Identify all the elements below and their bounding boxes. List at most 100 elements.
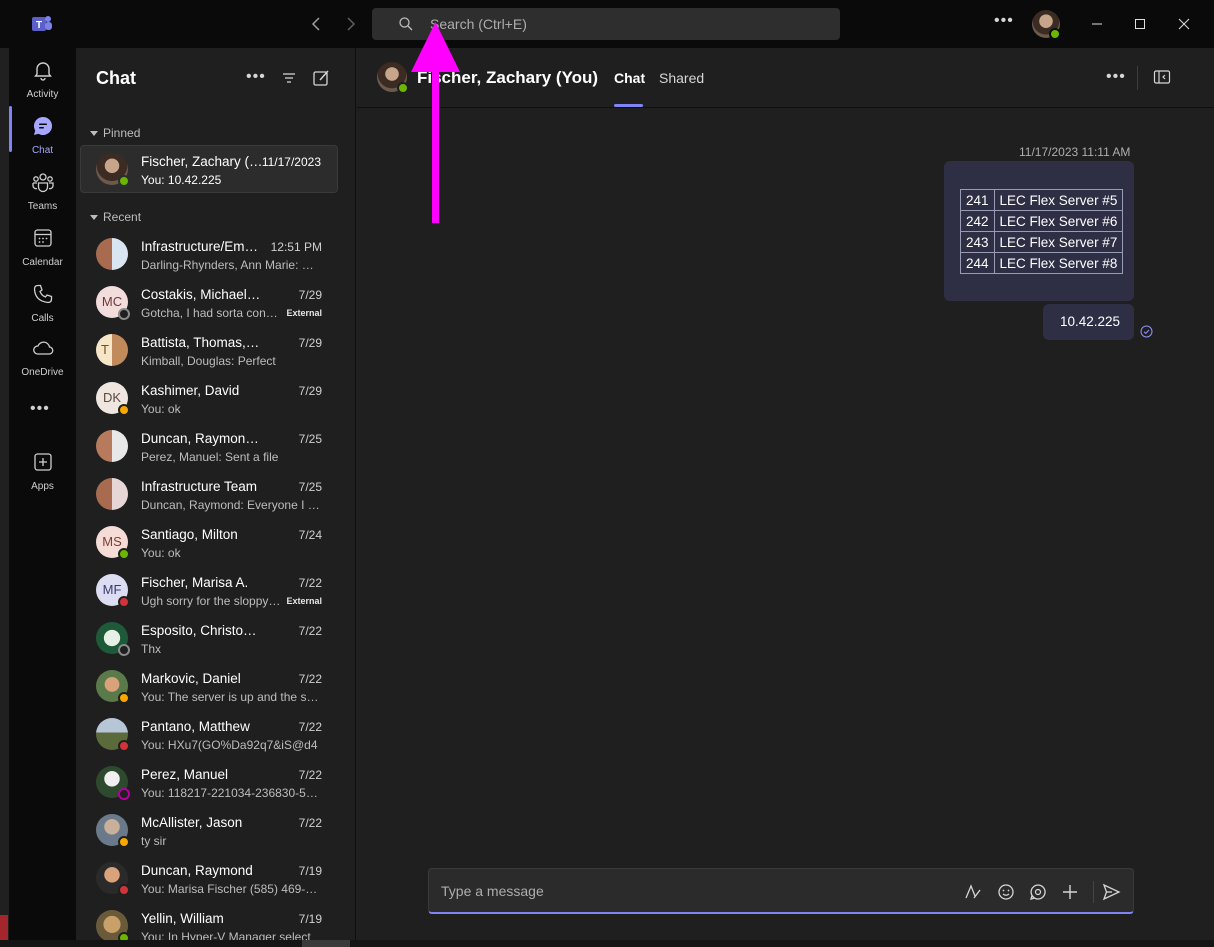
table-cell: 241 [960, 189, 995, 211]
rail-item-calendar[interactable]: Calendar [9, 220, 76, 272]
chat-item[interactable]: Perez, Manuel 7/22 You: 118217-221034-23… [80, 758, 338, 806]
rail-item-onedrive[interactable]: OneDrive [9, 330, 76, 382]
chat-item[interactable]: Duncan, Raymond 7/19 You: Marisa Fischer… [80, 854, 338, 902]
chat-icon [33, 116, 52, 135]
chat-item[interactable]: Duncan, Raymond, +3 7/25 Perez, Manuel: … [80, 422, 338, 470]
pinned-section-toggle[interactable]: Pinned [90, 126, 140, 140]
rail-edge [0, 48, 9, 947]
rail-more-apps-button[interactable]: ••• [30, 400, 50, 418]
chat-name: Fischer, Marisa A. [141, 575, 249, 590]
scrollbar-thumb[interactable] [302, 940, 350, 947]
chat-item[interactable]: T Battista, Thomas, +2 7/29 Kimball, Dou… [80, 326, 338, 374]
group-avatar: T [96, 334, 128, 366]
phone-icon [33, 284, 52, 304]
plus-icon[interactable] [1060, 882, 1080, 902]
filter-icon[interactable] [279, 68, 299, 88]
chat-item[interactable]: MC Costakis, Michael M. 7/29 Gotcha, I h… [80, 278, 338, 326]
message-bubble-table[interactable]: 241 LEC Flex Server #5 242 LEC Flex Serv… [944, 161, 1134, 301]
chat-item[interactable]: Pantano, Matthew 7/22 You: HXu7(GO%Da92q… [80, 710, 338, 758]
new-chat-icon[interactable] [311, 68, 331, 88]
chat-item[interactable]: Infrastructure/Emergency 12:51 PM Darlin… [80, 230, 338, 278]
back-button[interactable] [307, 14, 327, 34]
rail-label: Activity [26, 89, 59, 100]
status-away-icon [118, 836, 130, 848]
chat-item[interactable]: MF Fischer, Marisa A. 7/22 Ugh sorry for… [80, 566, 338, 614]
loop-icon[interactable] [1028, 882, 1048, 902]
chat-date: 7/22 [298, 672, 322, 686]
conversation-more-button[interactable]: ••• [1106, 68, 1126, 86]
chat-preview: Ugh sorry for the sloppy message [141, 594, 281, 608]
chat-list-panel: Chat ••• Pinned Fischer, Zachary (You) 1… [76, 48, 356, 947]
chat-item-fischer-zachary[interactable]: Fischer, Zachary (You) 11/17/2023 You: 1… [80, 145, 338, 193]
chat-name: Kashimer, David [141, 383, 240, 398]
table-row: 241 LEC Flex Server #5 [960, 189, 1124, 211]
status-away-icon [118, 404, 130, 416]
chat-list-title: Chat [96, 68, 136, 88]
chat-preview: You: ok [141, 402, 181, 416]
chat-name: Yellin, William [141, 911, 224, 926]
chat-item[interactable]: Esposito, Christopher 7/22 Thx [80, 614, 338, 662]
horizontal-scrollbar[interactable] [0, 940, 1214, 947]
chat-list-more-button[interactable]: ••• [246, 68, 266, 88]
forward-button[interactable] [340, 14, 360, 34]
status-away-icon [118, 692, 130, 704]
chat-preview: Duncan, Raymond: Everyone I have the [141, 498, 321, 512]
teams-icon [31, 173, 54, 193]
minimize-button[interactable] [1085, 12, 1109, 36]
chat-name: Markovic, Daniel [141, 671, 241, 686]
chat-name: McAllister, Jason [141, 815, 243, 830]
message-composer[interactable] [428, 868, 1134, 914]
maximize-button[interactable] [1128, 12, 1152, 36]
settings-more-button[interactable]: ••• [994, 12, 1014, 30]
rail-item-teams[interactable]: Teams [9, 164, 76, 216]
server-table: 241 LEC Flex Server #5 242 LEC Flex Serv… [960, 189, 1124, 274]
format-icon[interactable] [963, 882, 983, 902]
chat-name: Battista, Thomas, +2 [141, 335, 263, 350]
close-icon [1178, 18, 1190, 30]
bell-icon [33, 62, 52, 81]
taskbar-edge [0, 915, 8, 940]
chat-item[interactable]: McAllister, Jason 7/22 ty sir [80, 806, 338, 854]
message-bubble-ip[interactable]: 10.42.225 [1043, 304, 1134, 340]
teams-logo-icon[interactable]: T [31, 13, 53, 35]
plus-square-icon [33, 453, 52, 471]
rail-item-calls[interactable]: Calls [9, 276, 76, 328]
chat-name: Duncan, Raymond, +3 [141, 431, 263, 446]
search-input[interactable] [430, 8, 830, 40]
chat-item[interactable]: Infrastructure Team 7/25 Duncan, Raymond… [80, 470, 338, 518]
chat-date: 11/17/2023 [261, 155, 321, 169]
profile-status-available-icon [1049, 28, 1061, 40]
chat-date: 7/22 [298, 816, 322, 830]
close-button[interactable] [1172, 12, 1196, 36]
chat-item[interactable]: MS Santiago, Milton 7/24 You: ok [80, 518, 338, 566]
rail-item-activity[interactable]: Activity [9, 52, 76, 104]
table-row: 243 LEC Flex Server #7 [960, 231, 1124, 253]
table-cell: LEC Flex Server #7 [993, 231, 1124, 253]
status-available-icon [118, 548, 130, 560]
chat-name: Infrastructure Team [141, 479, 258, 494]
table-cell: LEC Flex Server #5 [993, 189, 1124, 211]
rail-item-chat[interactable]: Chat [9, 108, 76, 160]
chat-preview: You: 10.42.225 [141, 173, 222, 187]
emoji-icon[interactable] [996, 882, 1016, 902]
chat-preview: Darling-Rhynders, Ann Marie: Done [141, 258, 321, 272]
chat-preview: Perez, Manuel: Sent a file [141, 450, 279, 464]
tab-shared[interactable]: Shared [659, 70, 704, 86]
chat-item[interactable]: DK Kashimer, David 7/29 You: ok [80, 374, 338, 422]
pinned-label: Pinned [103, 126, 141, 140]
chat-preview: You: 118217-221034-236830-571857 [141, 786, 321, 800]
send-icon[interactable] [1101, 882, 1121, 902]
message-input[interactable] [441, 869, 941, 913]
chat-date: 7/24 [298, 528, 322, 542]
tab-chat[interactable]: Chat [614, 70, 645, 86]
conversation-pane: Fischer, Zachary (You) Chat Shared ••• 1… [357, 48, 1214, 947]
chat-preview: You: ok [141, 546, 181, 560]
recent-section-toggle[interactable]: Recent [90, 210, 141, 224]
chat-date: 7/22 [298, 624, 322, 638]
chat-item[interactable]: Markovic, Daniel 7/22 You: The server is… [80, 662, 338, 710]
rail-label: Chat [31, 145, 54, 156]
chat-date: 7/29 [298, 288, 322, 302]
pop-out-icon[interactable] [1153, 68, 1171, 86]
rail-item-apps[interactable]: Apps [9, 444, 76, 496]
table-row: 244 LEC Flex Server #8 [960, 252, 1124, 274]
